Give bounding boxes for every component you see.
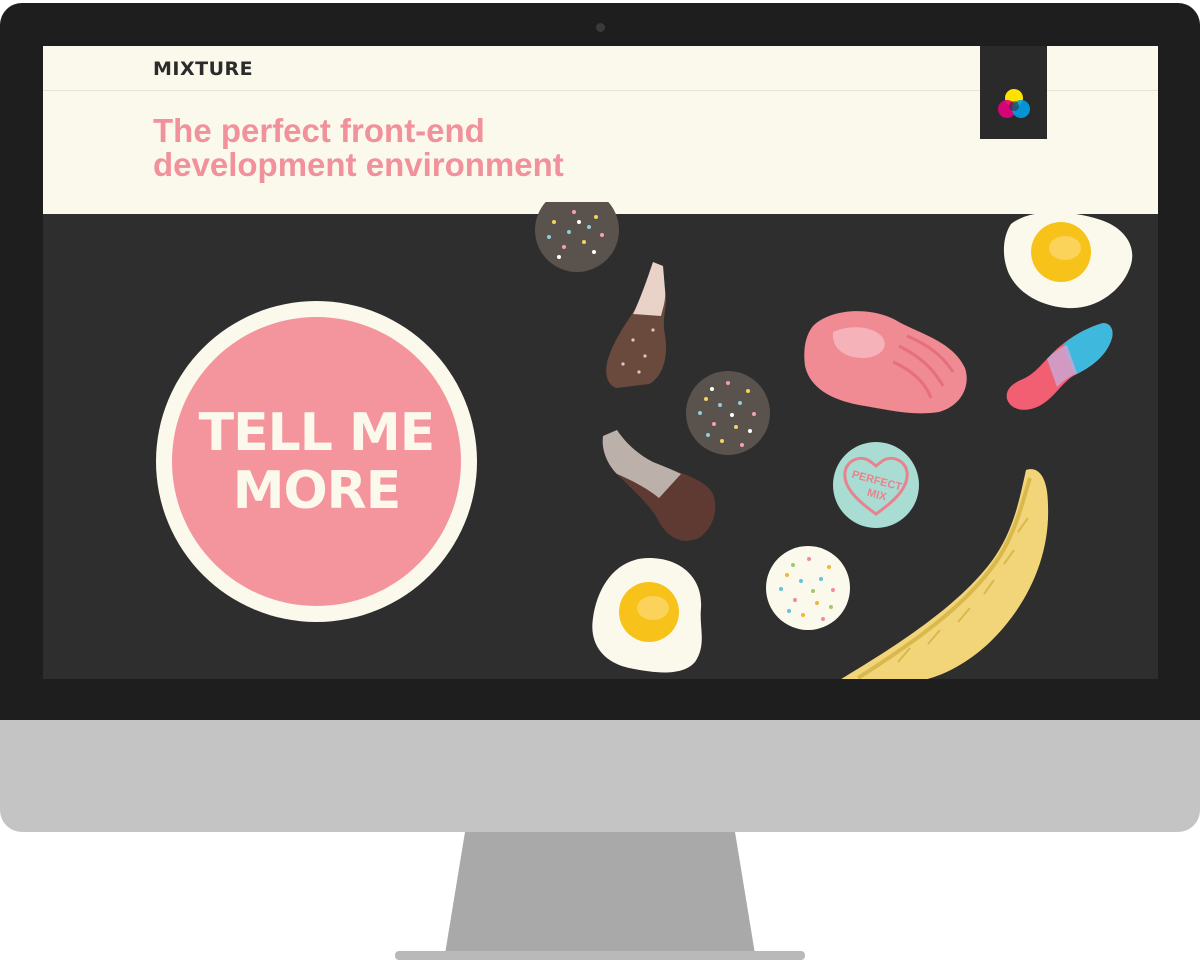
ham-icon	[804, 311, 967, 414]
cola-bottle-icon	[606, 262, 667, 388]
cta-inner-circle: TELL ME MORE	[172, 317, 461, 606]
camera-icon	[596, 23, 605, 32]
monitor-chin	[0, 720, 1200, 832]
brand-logo-text[interactable]: MIXTURE	[153, 58, 253, 80]
tell-me-more-button[interactable]: TELL ME MORE	[156, 301, 477, 622]
fried-egg-icon	[592, 558, 702, 673]
fizzy-bottle-icon	[1006, 323, 1113, 410]
monitor-stand	[395, 832, 805, 960]
logo-tab[interactable]	[980, 46, 1047, 139]
cmy-circles-logo-icon	[998, 89, 1030, 118]
page-headline: The perfect front-end development enviro…	[153, 114, 713, 182]
hero-illustration: TELL ME MORE PERFECT MIX	[43, 202, 1158, 679]
cola-bottle-icon	[602, 430, 716, 541]
fried-egg-icon	[1004, 214, 1133, 309]
browser-screen: MIXTURE The perfect front-end developmen…	[43, 46, 1158, 679]
site-header: MIXTURE The perfect front-end developmen…	[43, 46, 1158, 214]
banana-icon	[841, 469, 1049, 679]
headline-line-1: The perfect front-end	[153, 112, 485, 149]
cta-line-2: MORE	[232, 460, 402, 521]
headline-line-2: development environment	[153, 146, 564, 183]
cta-line-1: TELL ME	[198, 402, 436, 463]
